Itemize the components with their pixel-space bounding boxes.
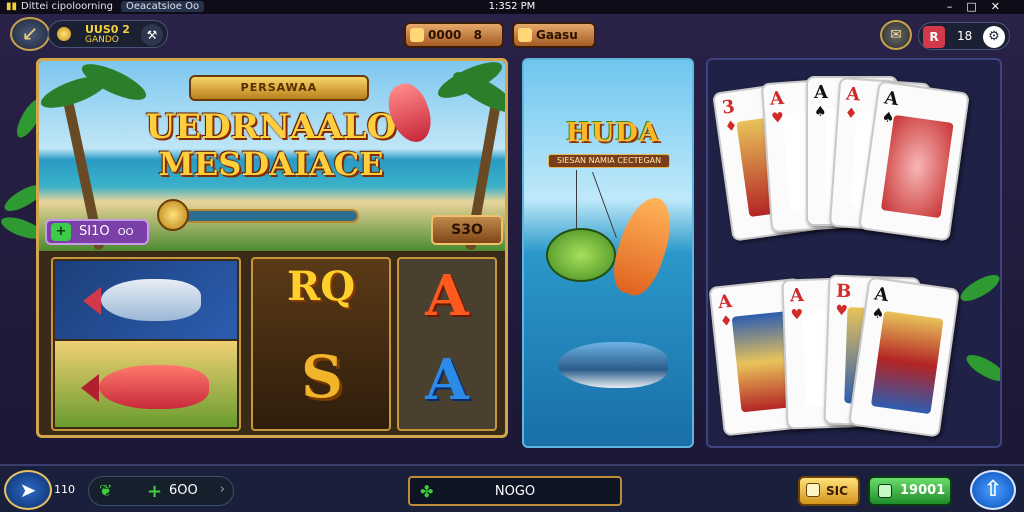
card-suit-icon: ♠ (814, 104, 827, 120)
progress-key-bar (159, 209, 359, 223)
compass-icon: ➤ (19, 478, 37, 502)
playing-card: A ♠ (848, 276, 960, 438)
slot-reels: RQ S A A (51, 257, 497, 431)
coins-value: 0000 (428, 28, 462, 42)
melon-illustration (546, 228, 616, 282)
fish-tail (83, 287, 101, 316)
coins-pill[interactable]: 0000 8 (404, 22, 504, 48)
bottom-bar: ➤ 110 ❦ + 6OO › ✤ NOGO SIC 19001 ⇧ (0, 464, 1024, 512)
symbol-text: RQ (286, 263, 356, 310)
rank-badge: R (923, 26, 945, 48)
game-lobby-screen: ▮▮ Dittei cipoloorning Oeacatsioe Oo 1:3S2… (0, 0, 1024, 512)
card-rank: A (789, 284, 805, 307)
status-bar: ▮▮ Dittei cipoloorning Oeacatsioe Oo 1:3S2… (0, 0, 1024, 14)
center-status-box[interactable]: ✤ NOGO (408, 476, 622, 506)
rank-value: 18 (957, 29, 973, 43)
slot-title-line2: MESDAIACE (158, 145, 384, 183)
symbol-rq: RQ (259, 263, 383, 310)
top-bar: ↙ UUS0 2 GANDO ⚒ 0000 8 Gaasu ✉ R 18 ⚙ (0, 14, 1024, 56)
fishing-game-card[interactable]: HUDA SIESAN NAMIA CECTEGAN (522, 58, 694, 448)
coins-suffix: 8 (473, 28, 482, 42)
level-label: 110 (54, 483, 75, 496)
bet-pill[interactable]: + SI1O OO (45, 219, 149, 245)
key-coin-icon (157, 199, 189, 231)
mail-icon[interactable]: ✉ (880, 20, 912, 50)
coin-icon (57, 27, 71, 41)
wrench-icon[interactable]: ⚒ (141, 24, 163, 46)
card-rank: B (835, 280, 852, 303)
playing-card: A ♠ (858, 80, 970, 242)
back-button[interactable]: ↙ (10, 17, 50, 51)
window-controls: –□✕ (947, 0, 1014, 14)
maximize-icon[interactable]: □ (966, 0, 990, 13)
leaf-icon: ❦ (99, 481, 113, 500)
slot-banner: PERSAWAA (189, 75, 369, 101)
orange-fish-illustration (605, 191, 681, 301)
scroll-up-button[interactable]: ⇧ (970, 470, 1016, 510)
clock: 1:3S2 PM (488, 1, 536, 12)
gems-value: 6OO (169, 483, 198, 498)
fishing-line (592, 171, 617, 239)
card-rank: A (814, 82, 828, 103)
ticket-icon (806, 483, 820, 497)
card-rank: 3 (720, 96, 737, 119)
blue-fish-illustration (558, 342, 668, 388)
plus-icon[interactable]: + (147, 481, 162, 502)
gift-label: Gaasu (536, 28, 578, 42)
gems-pill[interactable]: ❦ + 6OO › (88, 476, 234, 506)
fish-tail (81, 373, 99, 402)
fish-symbol (83, 279, 201, 321)
player-rank-pill[interactable]: R 18 ⚙ (918, 22, 1010, 50)
settings-icon[interactable]: ⚙ (983, 26, 1005, 48)
fishing-subtitle: SIESAN NAMIA CECTEGAN (548, 154, 670, 168)
green-button-label: 19001 (900, 483, 946, 498)
card-art (880, 114, 954, 219)
profile-pill[interactable]: UUS0 2 GANDO ⚒ (48, 20, 168, 48)
gift-pill[interactable]: Gaasu (512, 22, 596, 48)
wallet-icon (878, 484, 892, 498)
chevron-right-icon[interactable]: › (220, 482, 225, 497)
gift-icon (518, 28, 532, 42)
card-rank: A (883, 87, 900, 111)
leaf-decoration (956, 270, 1000, 306)
card-rank: A (716, 290, 734, 314)
slot-game-card[interactable]: PERSAWAA UEDRNAALO MESDAIACE + SI1O OO S… (36, 58, 508, 438)
gold-button[interactable]: SIC (798, 476, 860, 506)
minimize-icon[interactable]: – (947, 0, 967, 13)
card-rank: A (769, 87, 785, 110)
card-rank: A (873, 283, 890, 307)
bet-suffix: OO (117, 227, 134, 238)
bet-value: SI1O (79, 224, 110, 239)
green-button[interactable]: 19001 (868, 476, 952, 506)
card-game-card[interactable]: 3 ♦ A ♥ A ♠ A ♦ A ♠ A ♦ A ♥ B ♥ A ♠ (706, 58, 1002, 448)
symbol-a-blue: A (425, 347, 469, 413)
chest-icon (410, 28, 424, 42)
symbol-s: S (301, 343, 343, 411)
fish-symbol (81, 365, 209, 409)
slot-hero-banner: PERSAWAA UEDRNAALO MESDAIACE + SI1O OO S… (39, 61, 505, 251)
gold-button-label: SIC (826, 484, 848, 498)
back-arrow-icon: ↙ (21, 21, 39, 45)
fishing-logo: HUDA (566, 118, 660, 148)
card-suit-icon: ♥ (790, 306, 804, 324)
center-text: NOGO (494, 484, 536, 499)
profile-line2: GANDO (85, 35, 119, 45)
symbol-a-red: A (425, 263, 469, 329)
spin-button[interactable]: S3O (431, 215, 503, 245)
reel-fish (51, 257, 241, 431)
slot-title-line1: UEDRNAALO (145, 107, 397, 147)
close-icon[interactable]: ✕ (991, 0, 1014, 13)
card-art (870, 310, 944, 415)
plus-icon[interactable]: + (51, 223, 71, 241)
leaf-decoration (962, 350, 1000, 386)
card-rank: A (845, 83, 861, 106)
reel-cell (55, 341, 237, 427)
reel-cell (55, 261, 237, 339)
reel-letters: RQ S (251, 257, 391, 431)
arrow-up-icon: ⇧ (983, 477, 1003, 502)
reel-a: A A (397, 257, 497, 431)
compass-button[interactable]: ➤ (4, 470, 52, 510)
